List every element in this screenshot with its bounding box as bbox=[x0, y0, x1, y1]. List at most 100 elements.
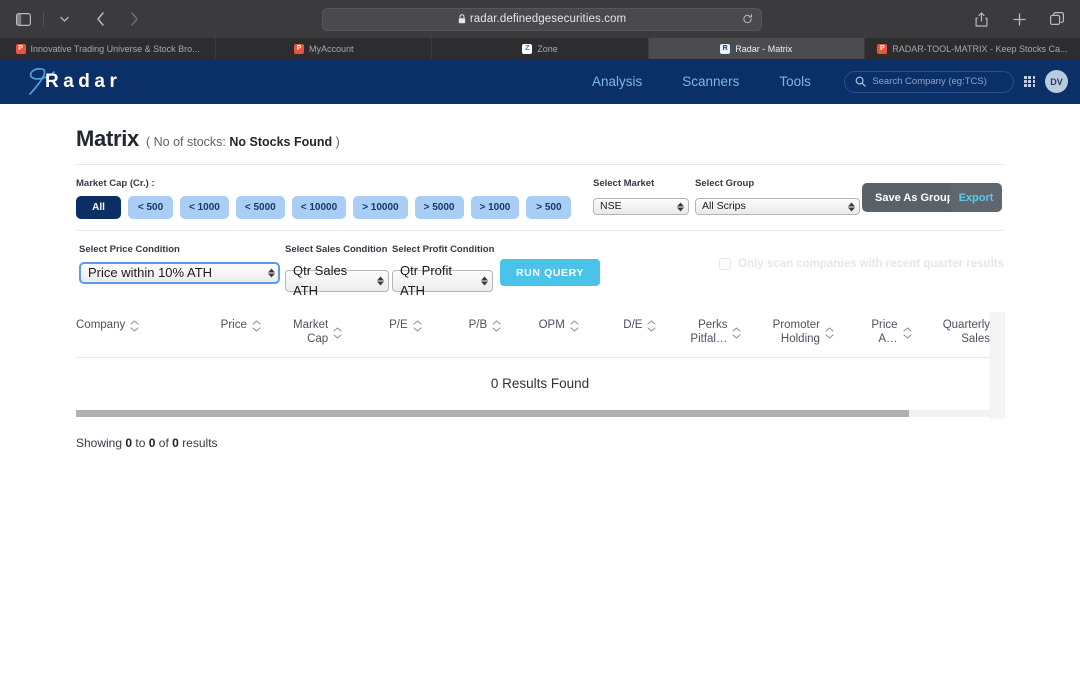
browser-tab[interactable]: P RADAR-TOOL-MATRIX - Keep Stocks Ca... bbox=[865, 38, 1080, 59]
column-header-de[interactable]: D/E bbox=[579, 312, 657, 357]
table-scrollbar-thumb[interactable] bbox=[76, 410, 909, 417]
showing-results-word: results bbox=[182, 436, 217, 450]
back-arrow-icon[interactable] bbox=[87, 6, 113, 32]
table-empty-message: 0 Results Found bbox=[76, 358, 1004, 410]
export-button[interactable]: Export bbox=[950, 183, 1002, 212]
price-condition-wrapper: Price within 10% ATH bbox=[79, 262, 280, 284]
column-label: Company bbox=[76, 318, 125, 332]
page-title-main: Matrix bbox=[76, 126, 139, 152]
select-group-dropdown[interactable]: All Scrips bbox=[695, 198, 860, 215]
price-condition-label: Select Price Condition bbox=[79, 244, 280, 255]
profit-condition-dropdown[interactable]: Qtr Profit ATH bbox=[392, 270, 493, 292]
column-label: P/E bbox=[389, 318, 408, 332]
app-header: Radar Analysis Scanners Tools Search Com… bbox=[0, 59, 1080, 104]
radar-icon: R bbox=[720, 44, 730, 54]
toolbar-left-group bbox=[10, 6, 147, 32]
nav-item-scanners[interactable]: Scanners bbox=[682, 74, 739, 89]
main-nav: Analysis Scanners Tools bbox=[592, 74, 811, 89]
price-condition-dropdown[interactable]: Price within 10% ATH bbox=[79, 262, 280, 284]
sort-updown-icon[interactable] bbox=[570, 320, 579, 332]
brand-logo[interactable]: Radar bbox=[22, 67, 121, 97]
column-header-company[interactable]: Company bbox=[76, 312, 176, 357]
column-label: Price A… bbox=[871, 318, 897, 347]
search-company-input[interactable]: Search Company (eg:TCS) bbox=[844, 71, 1014, 93]
browser-tab[interactable]: P Innovative Trading Universe & Stock Br… bbox=[0, 38, 216, 59]
tab-overview-icon[interactable] bbox=[1044, 6, 1070, 32]
sort-updown-icon[interactable] bbox=[333, 327, 342, 339]
sales-condition-wrapper: Qtr Sales ATH bbox=[285, 270, 389, 292]
sort-updown-icon[interactable] bbox=[647, 320, 656, 332]
page-title: Matrix ( No of stocks: No Stocks Found ) bbox=[76, 104, 1004, 165]
sales-condition-dropdown[interactable]: Qtr Sales ATH bbox=[285, 270, 389, 292]
address-bar[interactable]: radar.definedgesecurities.com bbox=[322, 8, 762, 31]
table-horizontal-scrollbar[interactable] bbox=[76, 410, 1005, 417]
share-icon[interactable] bbox=[968, 6, 994, 32]
sort-updown-icon[interactable] bbox=[492, 320, 501, 332]
forward-arrow-icon[interactable] bbox=[121, 6, 147, 32]
sort-updown-icon[interactable] bbox=[252, 320, 261, 332]
market-cap-chip-lt1000[interactable]: < 1000 bbox=[180, 196, 229, 219]
search-icon bbox=[855, 76, 866, 87]
stocks-count-value: No Stocks Found bbox=[229, 135, 332, 149]
market-cap-chip-lt5000[interactable]: < 5000 bbox=[236, 196, 285, 219]
column-label: Price bbox=[221, 318, 247, 332]
column-label-line1: Price bbox=[871, 319, 897, 331]
market-cap-chip-all[interactable]: All bbox=[76, 196, 121, 219]
table-header-row: Company Price Market bbox=[76, 312, 1004, 358]
plus-icon[interactable] bbox=[1006, 6, 1032, 32]
market-cap-chip-gt1000[interactable]: > 1000 bbox=[471, 196, 520, 219]
sidebar-toggle-icon[interactable] bbox=[10, 6, 36, 32]
column-label-line1: Quarterly bbox=[943, 319, 990, 331]
nav-item-tools[interactable]: Tools bbox=[779, 74, 811, 89]
browser-chrome: radar.definedgesecurities.com P Innovati… bbox=[0, 0, 1080, 59]
results-table: Company Price Market bbox=[76, 312, 1004, 417]
column-label: OPM bbox=[539, 318, 565, 332]
select-market-dropdown[interactable]: NSE bbox=[593, 198, 689, 215]
showing-total: 0 bbox=[172, 436, 179, 450]
pdf-icon: P bbox=[294, 44, 304, 54]
market-cap-chip-gt5000[interactable]: > 5000 bbox=[415, 196, 464, 219]
column-header-price-a[interactable]: Price A… bbox=[834, 312, 912, 357]
browser-tab-strip: P Innovative Trading Universe & Stock Br… bbox=[0, 38, 1080, 59]
column-header-market-cap[interactable]: Market Cap bbox=[261, 312, 342, 357]
profit-condition-group: Select Profit Condition Qtr Profit ATH bbox=[392, 244, 494, 292]
column-label-line2: A… bbox=[871, 332, 897, 346]
column-label: Perks Pitfal… bbox=[690, 318, 727, 347]
column-header-pe[interactable]: P/E bbox=[342, 312, 421, 357]
apps-grid-icon[interactable] bbox=[1024, 76, 1035, 87]
avatar[interactable]: DV bbox=[1045, 70, 1068, 93]
sort-updown-icon[interactable] bbox=[825, 327, 834, 339]
stocks-count-prefix: ( No of stocks: bbox=[146, 135, 226, 149]
column-header-opm[interactable]: OPM bbox=[501, 312, 579, 357]
reload-icon[interactable] bbox=[742, 14, 753, 25]
browser-tab[interactable]: P MyAccount bbox=[216, 38, 432, 59]
toolbar-right-group bbox=[968, 6, 1070, 32]
recent-quarter-checkbox-row[interactable]: Only scan companies with recent quarter … bbox=[719, 258, 1004, 270]
sort-updown-icon[interactable] bbox=[732, 327, 741, 339]
select-market-group: Select Market NSE bbox=[593, 178, 689, 215]
column-header-promoter-holding[interactable]: Promoter Holding bbox=[741, 312, 833, 357]
browser-tab[interactable]: Z Zone bbox=[432, 38, 648, 59]
run-query-button[interactable]: RUN QUERY bbox=[500, 259, 600, 286]
column-header-pb[interactable]: P/B bbox=[422, 312, 501, 357]
pdf-icon: P bbox=[16, 44, 26, 54]
market-cap-chip-gt500[interactable]: > 500 bbox=[526, 196, 571, 219]
sort-updown-icon[interactable] bbox=[130, 320, 139, 332]
column-label-line2: Sales bbox=[961, 333, 990, 345]
chevron-down-icon[interactable] bbox=[51, 6, 77, 32]
column-label: D/E bbox=[623, 318, 642, 332]
market-cap-chip-lt10000[interactable]: < 10000 bbox=[292, 196, 346, 219]
sort-updown-icon[interactable] bbox=[413, 320, 422, 332]
column-header-perks-pitfalls[interactable]: Perks Pitfal… bbox=[656, 312, 741, 357]
column-header-price[interactable]: Price bbox=[176, 312, 261, 357]
showing-from: 0 bbox=[125, 436, 132, 450]
nav-item-analysis[interactable]: Analysis bbox=[592, 74, 642, 89]
browser-tab-active[interactable]: R Radar - Matrix bbox=[649, 38, 865, 59]
market-cap-chip-lt500[interactable]: < 500 bbox=[128, 196, 173, 219]
recent-quarter-checkbox[interactable] bbox=[719, 258, 731, 270]
profit-condition-wrapper: Qtr Profit ATH bbox=[392, 270, 493, 292]
showing-prefix: Showing bbox=[76, 436, 122, 450]
sort-updown-icon[interactable] bbox=[903, 327, 912, 339]
filters-section: Market Cap (Cr.) : All < 500 < 1000 < 50… bbox=[76, 165, 1004, 231]
market-cap-chip-gt10000[interactable]: > 10000 bbox=[353, 196, 407, 219]
